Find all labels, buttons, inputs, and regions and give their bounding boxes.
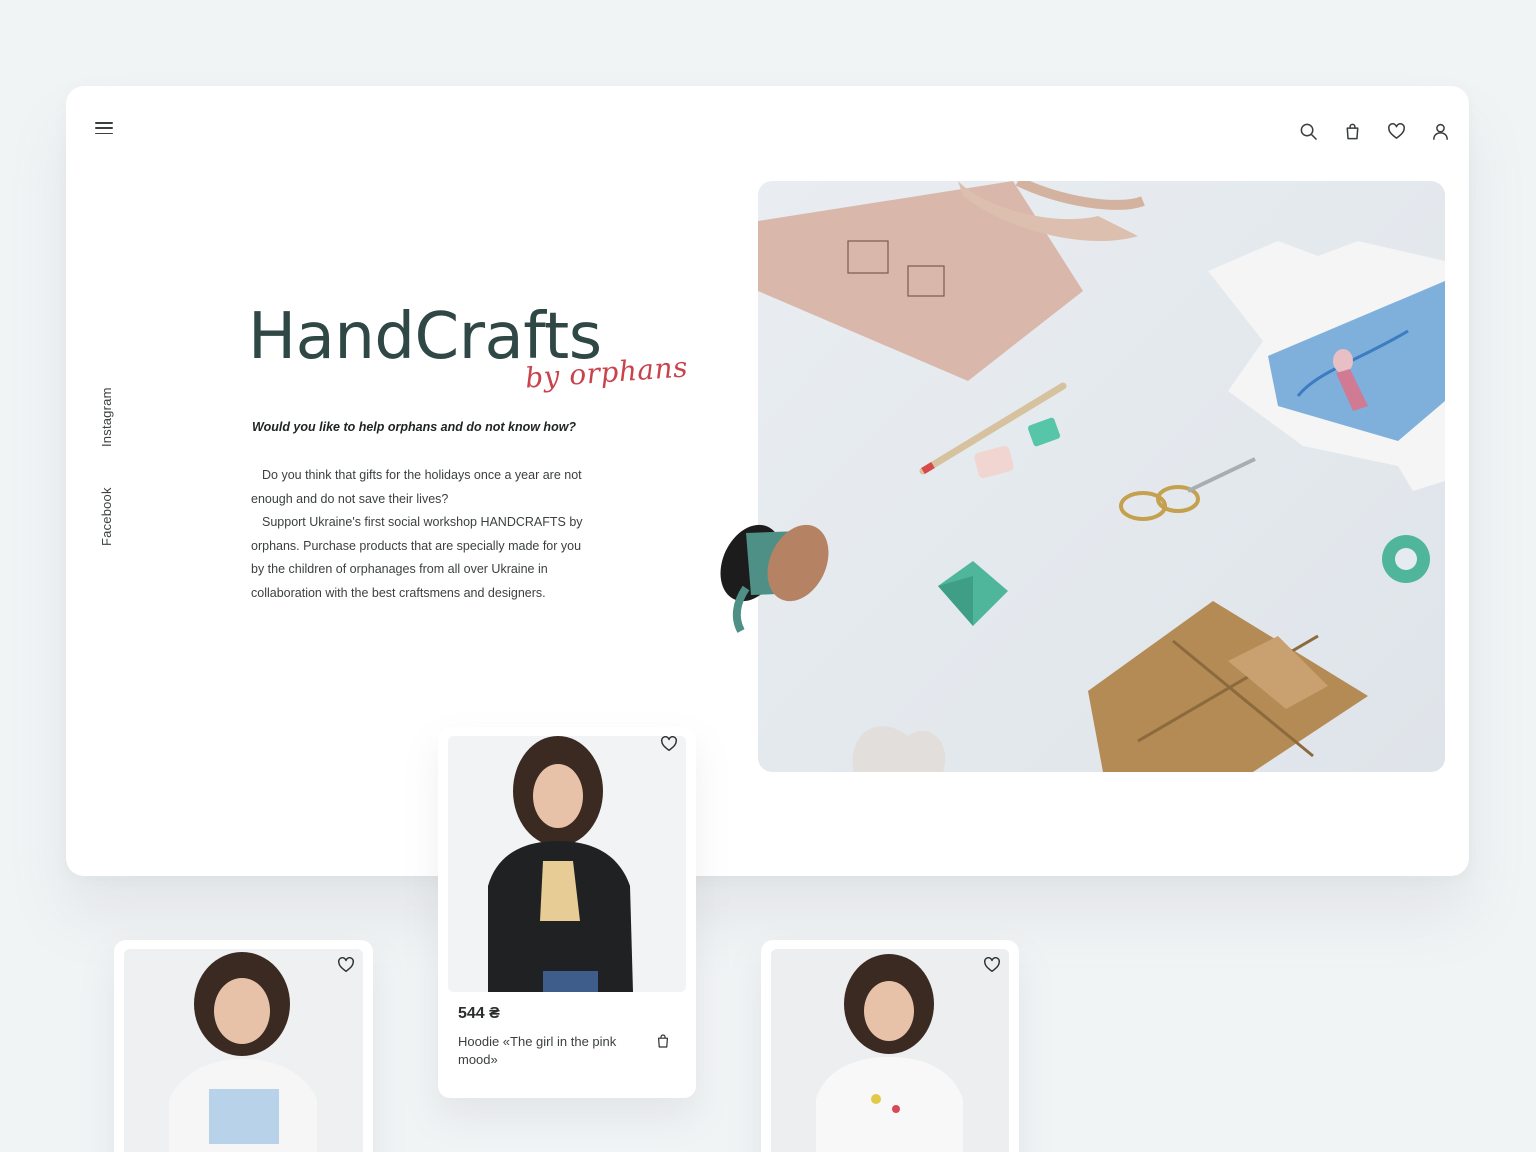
heart-icon[interactable] <box>1386 121 1406 141</box>
scissors-image <box>1119 457 1256 521</box>
product-photo <box>448 736 686 992</box>
hamburger-menu-icon[interactable] <box>95 122 113 138</box>
add-to-cart-bag-icon[interactable] <box>655 1033 673 1051</box>
tagline: Would you like to help orphans and do no… <box>252 420 577 434</box>
product-card[interactable] <box>761 940 1019 1152</box>
gift-box-image <box>938 561 1008 626</box>
instagram-link[interactable]: Instagram <box>99 387 114 447</box>
facebook-link[interactable]: Facebook <box>99 487 114 546</box>
favorite-heart-icon[interactable] <box>337 956 357 976</box>
favorite-heart-icon[interactable] <box>660 735 680 755</box>
wooden-heart-image <box>852 726 946 772</box>
product-photo <box>124 949 363 1152</box>
product-card-featured[interactable]: 544 ₴ Hoodie «The girl in the pink mood» <box>438 727 696 1098</box>
tshirt-image <box>1208 241 1445 491</box>
search-icon[interactable] <box>1298 121 1318 141</box>
intro-paragraph-2: Support Ukraine's first social workshop … <box>251 515 583 600</box>
tote-bag-image <box>758 181 1145 381</box>
product-card[interactable] <box>114 940 373 1152</box>
intro-paragraph-1: Do you think that gifts for the holidays… <box>251 468 582 506</box>
hero-product-photo <box>758 181 1445 772</box>
product-photo <box>771 949 1009 1152</box>
header-actions <box>1298 121 1450 141</box>
intro-text: Do you think that gifts for the holidays… <box>251 464 596 605</box>
eraser-image <box>974 445 1014 479</box>
product-price: 544 ₴ <box>458 1005 500 1022</box>
product-name[interactable]: Hoodie «The girl in the pink mood» <box>458 1033 638 1069</box>
page: Instagram Facebook HandCrafts by orphans… <box>0 0 1536 1152</box>
shopping-bag-icon[interactable] <box>1342 121 1362 141</box>
kraft-parcel-image <box>1088 601 1368 772</box>
ribbon-spool-image <box>706 493 846 633</box>
sharpener-image <box>1027 417 1061 447</box>
user-icon[interactable] <box>1430 121 1450 141</box>
flatlay-illustration <box>758 181 1445 772</box>
favorite-heart-icon[interactable] <box>983 956 1003 976</box>
